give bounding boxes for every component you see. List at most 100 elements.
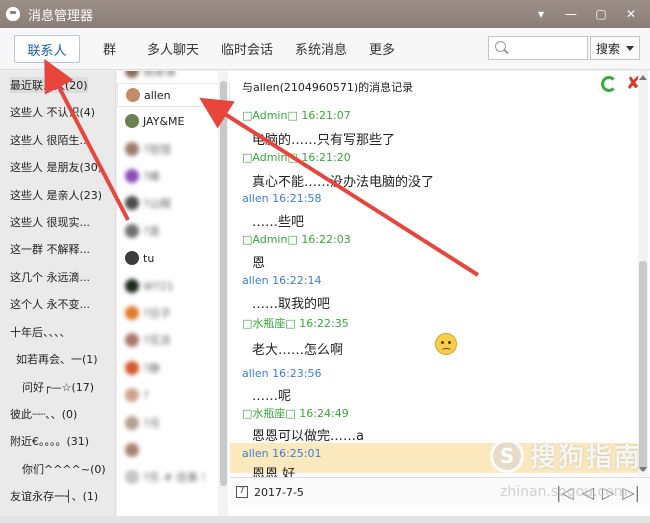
message-time: 16:22:03 xyxy=(301,233,351,246)
group-item[interactable]: 这个人 永不变... xyxy=(10,296,90,312)
group-item[interactable]: 附近€。。。。(31) xyxy=(10,433,89,449)
contact-item[interactable] xyxy=(125,438,143,462)
avatar xyxy=(125,416,139,430)
contact-name: 我是谁 xyxy=(143,71,176,78)
avatar xyxy=(126,88,140,102)
chevron-down-icon xyxy=(626,46,634,51)
search-button[interactable]: 搜索 xyxy=(590,36,640,60)
group-item[interactable]: 友谊永存一┤、(1) xyxy=(10,488,98,504)
message-header: □水瓶座□ 16:24:49 xyxy=(242,405,349,421)
contact-name: ?首 xyxy=(143,225,160,238)
window-controls: ▾ — ▢ ✕ xyxy=(528,0,644,28)
contact-name: JAY&ME xyxy=(143,114,185,128)
group-item[interactable]: 这些人 很陌生... xyxy=(10,132,90,148)
message-sender: □Admin□ xyxy=(242,151,298,164)
message-text: 老大……怎么啊 xyxy=(252,343,344,358)
message-header: allen 16:25:01 xyxy=(242,447,322,460)
contact-item[interactable]: ? xyxy=(125,383,149,407)
tab-groups[interactable]: 群 xyxy=(103,39,116,58)
bottom-strip xyxy=(0,516,650,523)
message-text: ……取我的吧 xyxy=(252,297,331,312)
refresh-icon[interactable] xyxy=(601,76,617,92)
contact-item[interactable]: ?日子 xyxy=(125,301,171,325)
close-button[interactable]: ✕ xyxy=(618,3,644,25)
contact-item[interactable]: ?山贼 xyxy=(125,191,171,215)
message-sender: allen xyxy=(242,274,269,287)
contact-name: ? xyxy=(143,388,149,402)
group-list: 最近联系人(20) 这些人 不认识(4) 这些人 很陌生... 这些人 是朋友(… xyxy=(0,71,116,523)
message-header: allen 16:22:14 xyxy=(242,274,322,287)
contact-item[interactable]: tu xyxy=(125,246,154,270)
message-scrollbar[interactable] xyxy=(638,71,648,476)
group-item[interactable]: 十年后、、、、 xyxy=(10,324,71,340)
group-item[interactable]: 这些人 是亲人(23) xyxy=(10,187,102,203)
sogou-watermark: S 搜狗指南 xyxy=(490,437,642,474)
minimize-button[interactable]: — xyxy=(558,3,584,25)
avatar xyxy=(125,251,139,265)
message-text: ……些吧 xyxy=(252,215,305,230)
group-item[interactable]: 彼此┈┈、、(0) xyxy=(10,406,77,422)
toolbar: 联系人 群 多人聊天 临时会话 系统消息 更多 搜索 xyxy=(0,28,650,70)
contact-name: tu xyxy=(143,251,155,265)
avatar xyxy=(125,71,139,78)
watermark-text: 搜狗指南 xyxy=(530,443,643,473)
message-time: 16:21:58 xyxy=(272,192,322,205)
contact-name: ?月 xyxy=(143,417,160,430)
contact-item[interactable]: ?静 xyxy=(125,356,160,380)
sogou-logo-icon: S xyxy=(490,438,524,473)
scrollbar-thumb[interactable] xyxy=(220,81,227,486)
message-text: 恩 xyxy=(252,256,266,271)
group-item[interactable]: 这些人 是朋友(30) xyxy=(10,159,102,175)
message-header: □Admin□ 16:22:03 xyxy=(242,233,351,246)
contact-name: ?峰 xyxy=(143,170,160,183)
avatar xyxy=(125,279,139,293)
contact-item[interactable]: W?21 xyxy=(125,274,174,298)
window-title: 消息管理器 xyxy=(28,8,94,24)
contact-item[interactable]: ?峰 xyxy=(125,164,160,188)
group-item[interactable]: 这些人 很现实... xyxy=(10,214,90,230)
avatar xyxy=(125,306,139,320)
contact-item[interactable]: ?乐 # 佳美 ! xyxy=(125,465,206,489)
maximize-button[interactable]: ▢ xyxy=(588,3,614,25)
scroll-up-arrow-icon[interactable] xyxy=(639,75,647,80)
tab-temp-session[interactable]: 临时会话 xyxy=(221,39,273,58)
group-item[interactable]: 如若再会、一(1) xyxy=(16,351,98,367)
avatar xyxy=(125,361,139,375)
group-item[interactable]: 问好┌—☆(17) xyxy=(22,379,94,395)
group-item[interactable]: 你们^^^^~(0) xyxy=(22,461,106,477)
contact-list-scrollbar[interactable] xyxy=(218,71,228,516)
tab-multi-chat[interactable]: 多人聊天 xyxy=(147,39,199,58)
calendar-icon[interactable] xyxy=(236,486,248,498)
search-icon xyxy=(495,41,506,52)
message-text: ……呢 xyxy=(252,389,292,404)
group-item[interactable]: 这一群 不解释... xyxy=(10,241,90,257)
contact-item[interactable]: ?花凉 xyxy=(125,328,171,352)
message-time: 16:22:14 xyxy=(272,274,322,287)
contact-item-allen[interactable]: allen xyxy=(117,83,230,107)
tab-contacts[interactable]: 联系人 xyxy=(14,35,80,63)
contact-item[interactable]: ?验馆 xyxy=(125,137,171,161)
message-header: allen 16:23:56 xyxy=(242,367,322,380)
contact-item[interactable]: 我是谁 xyxy=(125,71,176,83)
tab-more[interactable]: 更多 xyxy=(369,39,395,58)
message-sender: allen xyxy=(242,367,269,380)
date-label[interactable]: 2017-7-5 xyxy=(254,486,304,499)
contact-name: ?验馆 xyxy=(143,143,171,156)
contact-name: ?静 xyxy=(143,362,160,375)
search-input[interactable] xyxy=(488,36,588,60)
message-sender: □水瓶座□ xyxy=(242,407,296,420)
avatar xyxy=(125,333,139,347)
watermark-url: zhinan.sogou.com xyxy=(500,484,628,500)
message-sender: □水瓶座□ xyxy=(242,317,296,330)
group-item[interactable]: 这几个 永远滴... xyxy=(10,269,90,285)
tab-system-messages[interactable]: 系统消息 xyxy=(295,39,347,58)
contact-item[interactable]: ?月 xyxy=(125,411,160,435)
message-text: 恩恩可以做完……a xyxy=(252,429,364,444)
group-item[interactable]: 这些人 不认识(4) xyxy=(10,104,95,120)
message-sender: □Admin□ xyxy=(242,233,298,246)
contact-item[interactable]: ?首 xyxy=(125,219,160,243)
contact-item[interactable]: JAY&ME xyxy=(125,109,184,133)
group-item-recent[interactable]: 最近联系人(20) xyxy=(10,77,88,93)
contact-name: W?21 xyxy=(143,279,174,293)
dropdown-menu-button[interactable]: ▾ xyxy=(528,3,554,25)
